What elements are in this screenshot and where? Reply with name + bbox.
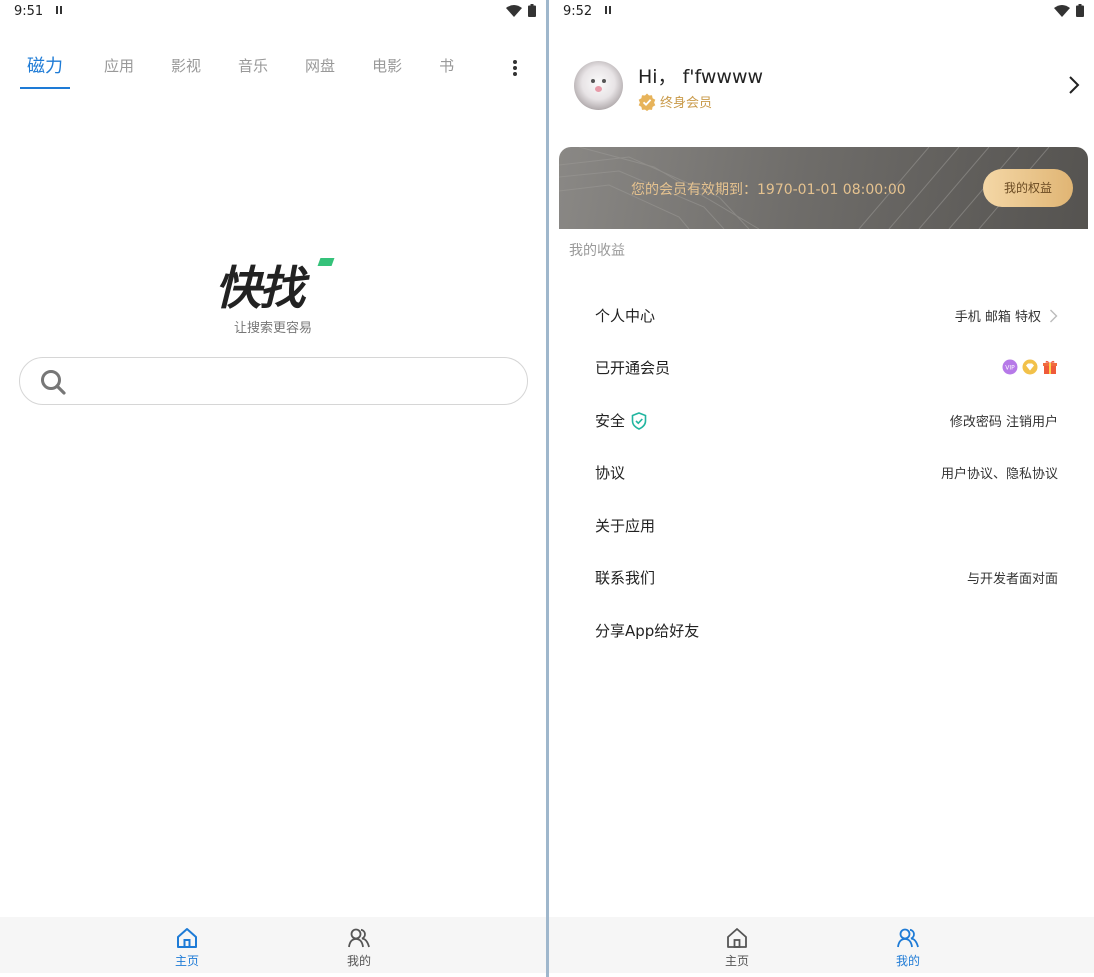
home-icon — [727, 928, 747, 948]
app-logo: 快找 — [215, 261, 305, 315]
app-slogan: 让搜索更容易 — [233, 321, 312, 336]
chevron-right-icon — [1050, 309, 1058, 322]
menu-item-contact[interactable]: 联系我们 与开发者面对面 — [595, 557, 1058, 597]
media-pause-icon — [605, 6, 613, 15]
nav-home-label: 主页 — [724, 954, 749, 968]
membership-badge: 终身会员 — [638, 92, 712, 111]
bottom-nav: 主页 我的 — [0, 917, 546, 973]
tab-books[interactable]: 书 — [439, 50, 454, 76]
menu-value: 用户协议、隐私协议 — [940, 467, 1058, 482]
status-time: 9:52 — [563, 4, 593, 19]
logo-accent — [317, 258, 335, 266]
menu-item-agreements[interactable]: 协议 用户协议、隐私协议 — [595, 452, 1058, 492]
menu-label: 个人中心 — [595, 307, 656, 325]
menu-label: 已开通会员 — [595, 359, 671, 377]
menu-label: 关于应用 — [595, 517, 656, 535]
menu-label: 协议 — [595, 464, 626, 482]
user-greeting: Hi， f'fwwww — [638, 66, 764, 88]
search-icon — [41, 370, 66, 395]
menu-label: 联系我们 — [595, 569, 656, 587]
profile-screen: 9:52 Hi， f'fwwww 终身会员 您的会员有效期到：1970-01-0… — [549, 0, 1094, 977]
tab-music[interactable]: 音乐 — [238, 50, 268, 76]
svg-text:VIP: VIP — [1005, 365, 1015, 372]
status-time: 9:51 — [14, 4, 44, 19]
gift-icon — [1043, 360, 1057, 374]
media-pause-icon — [56, 6, 64, 15]
wifi-icon — [1054, 4, 1070, 17]
home-icon — [177, 928, 197, 948]
bottom-nav: 主页 我的 — [549, 917, 1094, 973]
tab-apps[interactable]: 应用 — [104, 50, 134, 76]
menu-value: 手机 邮箱 特权 — [954, 310, 1041, 325]
home-screen: 9:51 磁力 应用 影视 音乐 网盘 电影 书 快找 让搜索更容易 主页 我的 — [0, 0, 546, 977]
battery-icon — [1076, 4, 1084, 17]
earnings-title: 我的收益 — [569, 243, 625, 259]
battery-icon — [528, 4, 536, 17]
nav-home[interactable]: 主页 — [157, 926, 217, 969]
status-bar: 9:51 — [0, 0, 546, 24]
my-rights-button[interactable]: 我的权益 — [983, 169, 1073, 207]
nav-home[interactable]: 主页 — [707, 926, 767, 969]
more-options-icon[interactable] — [506, 58, 524, 78]
tab-movies[interactable]: 电影 — [372, 50, 402, 76]
shield-check-icon — [631, 411, 647, 430]
category-tabs: 磁力 应用 影视 音乐 网盘 电影 书 — [20, 50, 500, 92]
nav-mine[interactable]: 我的 — [329, 926, 389, 969]
menu-item-personal-center[interactable]: 个人中心 手机 邮箱 特权 — [595, 295, 1058, 335]
nav-mine-label: 我的 — [346, 954, 371, 968]
search-box[interactable] — [19, 357, 528, 405]
tab-video[interactable]: 影视 — [171, 50, 201, 76]
wifi-icon — [506, 4, 522, 17]
avatar[interactable] — [574, 61, 623, 110]
search-input[interactable] — [80, 366, 510, 396]
membership-expiry: 您的会员有效期到：1970-01-01 08:00:00 — [631, 182, 906, 198]
status-bar: 9:52 — [549, 0, 1094, 24]
menu-value: 修改密码 注销用户 — [949, 415, 1058, 430]
nav-mine-label: 我的 — [895, 954, 920, 968]
diamond-icon — [1022, 359, 1038, 375]
nav-home-label: 主页 — [174, 954, 199, 968]
menu-item-membership[interactable]: 已开通会员 VIP — [595, 347, 1058, 387]
membership-card: 您的会员有效期到：1970-01-01 08:00:00 我的权益 — [559, 147, 1088, 229]
membership-label: 终身会员 — [660, 96, 713, 111]
users-icon — [897, 928, 919, 948]
verified-badge-icon — [638, 93, 656, 111]
menu-label: 分享App给好友 — [595, 622, 700, 640]
menu-value: 与开发者面对面 — [966, 572, 1058, 587]
tab-cloud-drive[interactable]: 网盘 — [305, 50, 335, 76]
menu-item-about[interactable]: 关于应用 — [595, 505, 1058, 545]
menu-item-share-app[interactable]: 分享App给好友 — [595, 610, 1058, 650]
menu-label: 安全 — [595, 412, 626, 430]
users-icon — [348, 928, 370, 948]
tab-magnet[interactable]: 磁力 — [20, 50, 70, 89]
nav-mine[interactable]: 我的 — [878, 926, 938, 969]
vip-icon: VIP — [1002, 359, 1018, 375]
menu-item-security[interactable]: 安全 修改密码 注销用户 — [595, 400, 1058, 440]
chevron-right-icon[interactable] — [1067, 75, 1081, 95]
